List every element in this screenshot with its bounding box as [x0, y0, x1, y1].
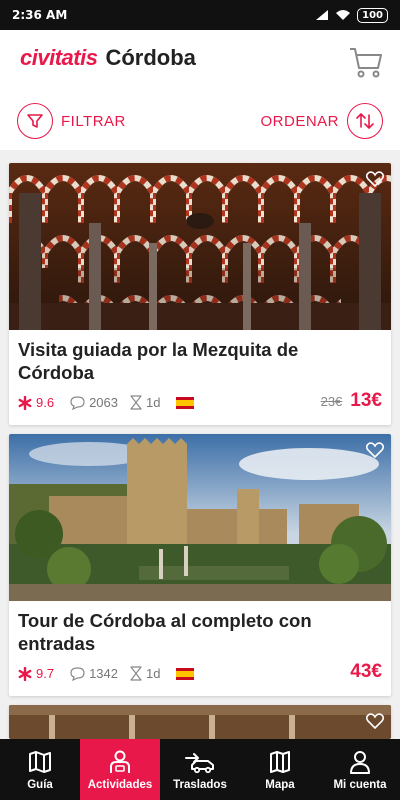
status-time: 2:36 AM [12, 8, 68, 22]
price: 43€ [350, 661, 382, 682]
duration: 1d [146, 666, 161, 681]
order-label: ORDENAR [260, 112, 339, 130]
price: 13€ [350, 390, 382, 411]
rating-value: 9.7 [36, 666, 55, 681]
tab-label: Actividades [87, 778, 153, 791]
duration: 1d [146, 395, 161, 410]
app-header: civitatis Córdoba FILTRAR ORDENAR [0, 30, 400, 150]
price-block: 23€ 13€ [321, 390, 382, 412]
brand: civitatis Córdoba [20, 45, 196, 71]
rating-asterisk-icon [18, 666, 32, 681]
reviews-count: 1342 [89, 666, 118, 681]
bottom-tab-bar: Guía Actividades Traslados Mapa Mi cuent… [0, 739, 400, 800]
activity-title[interactable]: Visita guiada por la Mezquita de Córdoba [18, 338, 348, 384]
page-title: Córdoba [105, 45, 196, 70]
rating-asterisk-icon [18, 395, 32, 410]
tab-actividades[interactable]: Actividades [80, 739, 160, 800]
hourglass-icon [130, 666, 142, 681]
spanish-flag-icon [176, 396, 195, 409]
filter-label: FILTRAR [61, 112, 126, 130]
tab-label: Mapa [265, 778, 295, 791]
hourglass-icon [130, 395, 142, 410]
alcazar-photo [9, 434, 391, 601]
status-indicators: 100 [315, 7, 388, 23]
tab-traslados[interactable]: Traslados [160, 739, 240, 800]
activity-card[interactable]: Visita guiada por la Mezquita de Córdoba… [9, 163, 391, 425]
sort-icon [347, 103, 383, 139]
activity-title[interactable]: Tour de Córdoba al completo con entradas [18, 609, 348, 655]
person-icon [110, 750, 130, 773]
account-icon [350, 750, 370, 774]
activity-image[interactable] [9, 434, 391, 601]
map-book-icon [29, 750, 51, 773]
tab-mapa[interactable]: Mapa [240, 739, 320, 800]
tab-label: Mi cuenta [333, 778, 387, 791]
order-button[interactable]: ORDENAR [260, 103, 383, 139]
activity-image[interactable] [9, 705, 391, 739]
comment-icon [70, 666, 85, 681]
favorite-heart-icon[interactable] [363, 167, 387, 191]
activity-image[interactable] [9, 163, 391, 330]
comment-icon [70, 395, 85, 410]
car-transfer-icon [185, 752, 214, 773]
tab-guia[interactable]: Guía [0, 739, 80, 800]
favorite-heart-icon[interactable] [363, 709, 387, 733]
wifi-icon [336, 10, 351, 20]
tab-label: Guía [27, 778, 53, 791]
cart-icon[interactable] [348, 44, 384, 80]
map-icon [270, 750, 290, 773]
spanish-flag-icon [176, 667, 195, 680]
rating-value: 9.6 [36, 395, 55, 410]
activity-meta: 9.7 1342 1d [18, 666, 195, 681]
activity-meta: 9.6 2063 1d [18, 395, 195, 410]
tab-label: Traslados [173, 778, 227, 791]
signal-icon [316, 10, 329, 20]
old-price: 23€ [320, 394, 343, 409]
filter-bar: FILTRAR ORDENAR [0, 103, 400, 147]
battery-indicator: 100 [357, 7, 388, 23]
filter-icon [17, 103, 53, 139]
favorite-heart-icon[interactable] [363, 438, 387, 462]
civitatis-logo[interactable]: civitatis [20, 45, 98, 71]
price-block: 43€ [350, 661, 382, 683]
status-bar: 2:36 AM 100 [0, 0, 400, 30]
tab-mi-cuenta[interactable]: Mi cuenta [320, 739, 400, 800]
reviews-count: 2063 [89, 395, 118, 410]
filter-button[interactable]: FILTRAR [17, 103, 126, 139]
activity-card[interactable] [9, 705, 391, 739]
activity-card[interactable]: Tour de Córdoba al completo con entradas… [9, 434, 391, 696]
activity-photo [9, 705, 391, 739]
mezquita-photo [9, 163, 391, 330]
